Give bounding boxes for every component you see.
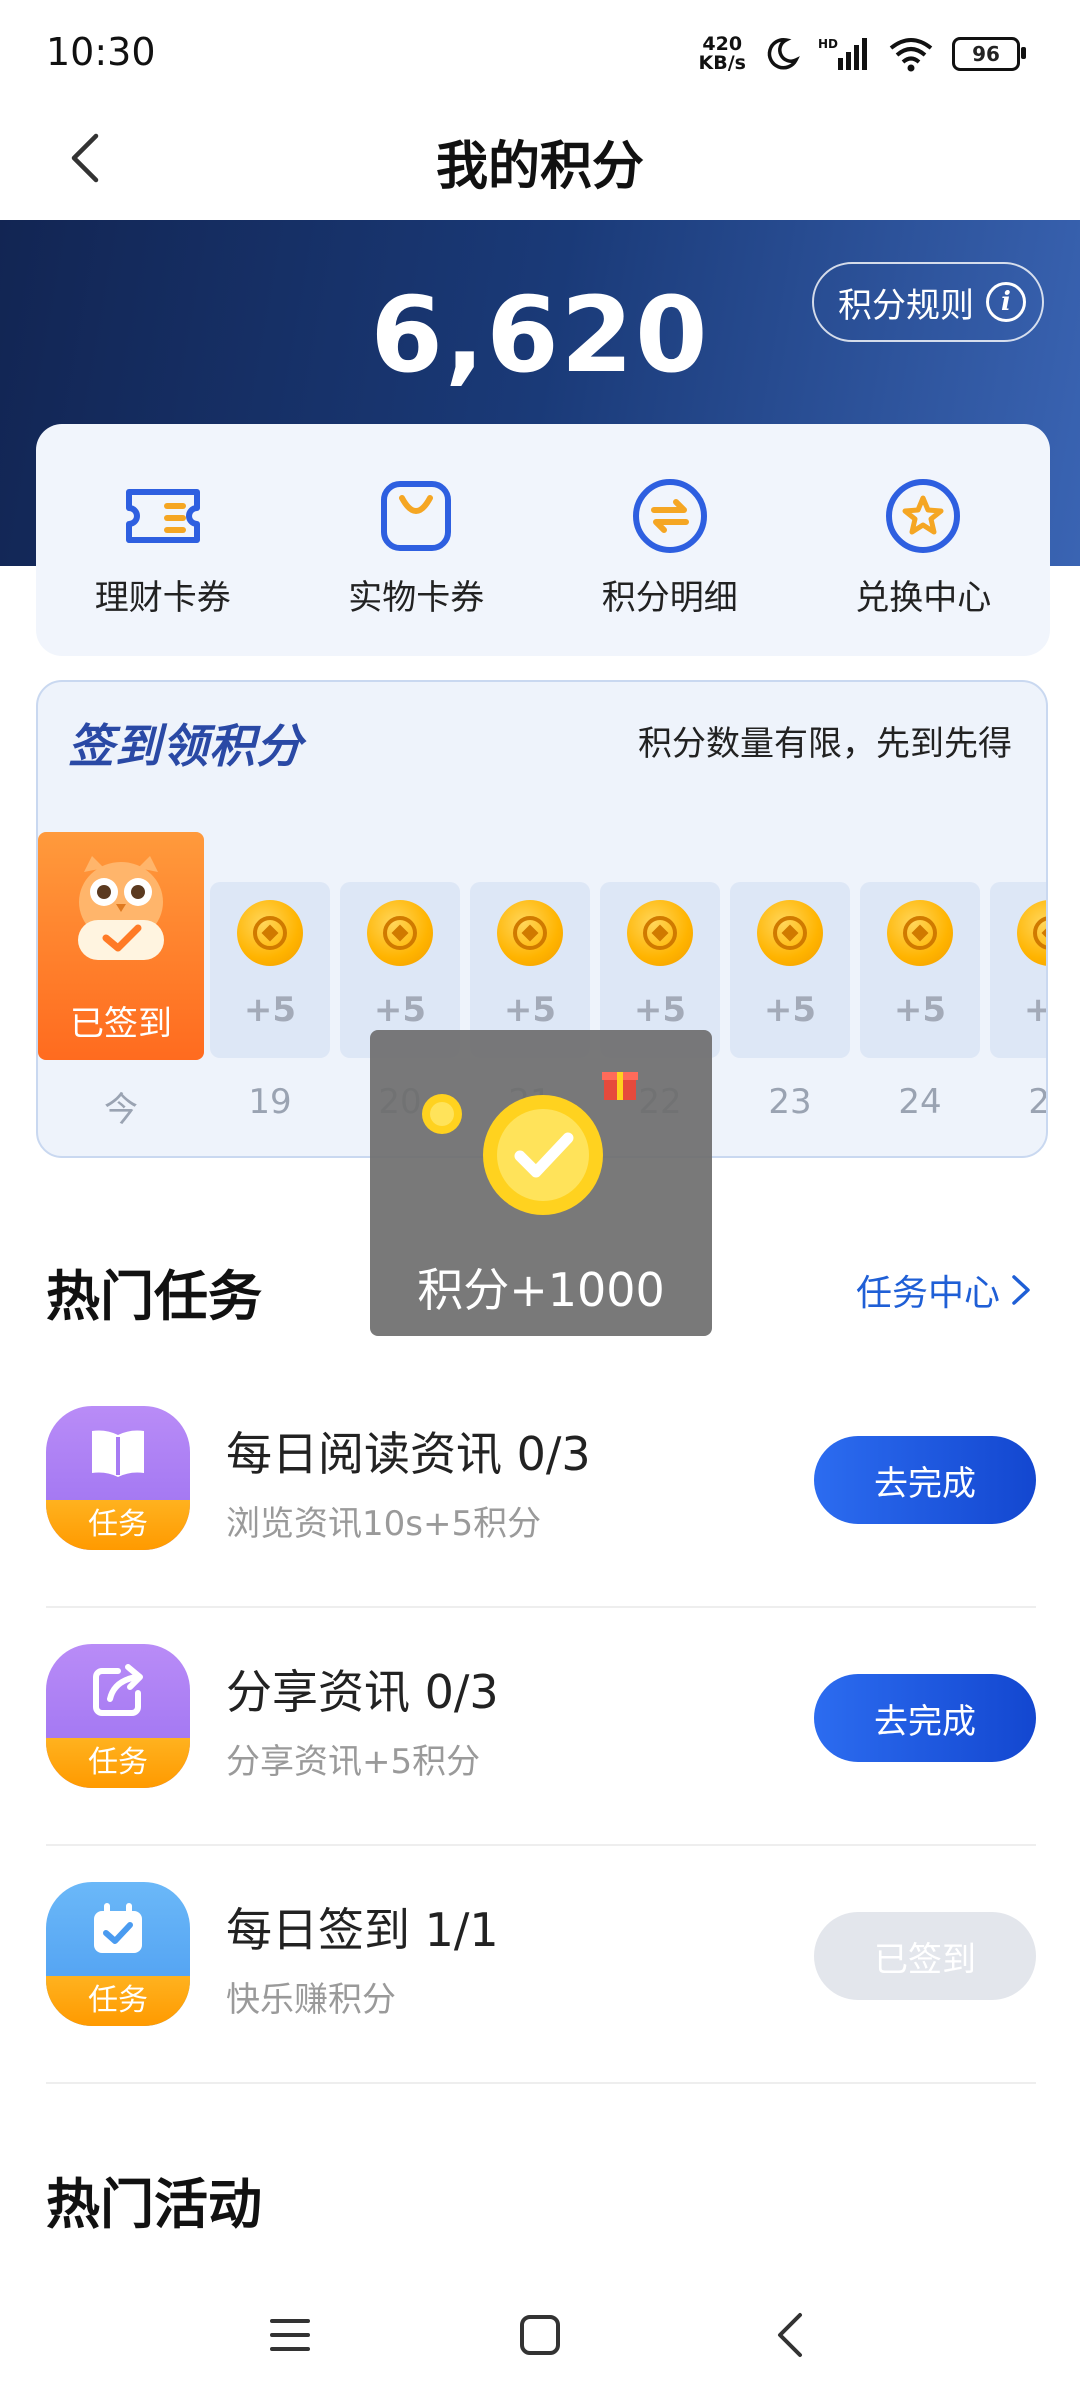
ticket-icon (121, 474, 205, 558)
signin-day[interactable]: +5 (990, 882, 1046, 1058)
task-badge: 任务 (46, 1976, 190, 2026)
quick-entry-finance-coupons[interactable]: 理财卡券 (36, 424, 290, 656)
signin-today-label: 今 (104, 1090, 138, 1130)
nav-bar: 我的积分 (0, 100, 1080, 220)
quick-entry-label: 实物卡券 (348, 578, 485, 618)
exchange-arrows-icon (628, 474, 712, 558)
task-title: 分享资讯 0/3 (226, 1665, 499, 1719)
net-speed-unit: KB/s (698, 52, 746, 74)
divider (46, 2082, 1036, 2084)
quick-entry-label: 兑换中心 (855, 578, 992, 618)
coin-icon (237, 900, 303, 966)
back-triangle-icon (778, 2313, 802, 2357)
signin-day[interactable]: +5 (860, 882, 980, 1058)
quick-entry-label: 理财卡券 (94, 578, 231, 618)
task-badge: 任务 (46, 1500, 190, 1550)
signin-day-label: 19 (248, 1082, 292, 1122)
signin-day-points: +5 (503, 990, 557, 1030)
signin-day[interactable]: +5 (210, 882, 330, 1058)
signal-icon: HD (818, 37, 867, 70)
signin-day-today[interactable]: 已签到 (38, 832, 204, 1060)
signin-day-points: +5 (990, 990, 1046, 1030)
share-icon (93, 1664, 143, 1716)
home-button[interactable] (510, 2305, 570, 2365)
task-go-complete-button[interactable]: 去完成 (814, 1436, 1036, 1524)
task-title: 每日签到 1/1 (226, 1903, 499, 1957)
signin-day-label: 25 (1028, 1082, 1048, 1122)
status-bar: 10:30 420 KB/s HD 96 (0, 0, 1080, 100)
points-page: 10:30 420 KB/s HD 96 我的积分 6,620 积分规则 i 理… (0, 0, 1080, 2400)
chevron-right-icon (1012, 1275, 1030, 1305)
points-toast: 积分+1000 (370, 1030, 712, 1336)
signin-day-points: +5 (633, 990, 687, 1030)
task-row-daily-reading: 任务 每日阅读资讯 0/3 浏览资讯10s+5积分 去完成 (46, 1370, 1036, 1608)
task-icon: 任务 (46, 1406, 190, 1550)
task-icon: 任务 (46, 1882, 190, 2026)
task-center-label: 任务中心 (855, 1273, 1000, 1314)
owl-mascot-icon (78, 856, 164, 960)
toast-text: 积分+1000 (417, 1263, 665, 1317)
menu-button[interactable] (260, 2305, 320, 2365)
book-icon (92, 1430, 144, 1477)
task-signed-button[interactable]: 已签到 (814, 1912, 1036, 2000)
signin-day-points: +5 (243, 990, 297, 1030)
coin-icon (497, 900, 563, 966)
network-speed: 420 KB/s (699, 35, 746, 73)
page-title: 我的积分 (435, 137, 644, 197)
menu-icon (270, 2319, 310, 2351)
task-center-link[interactable]: 任务中心 (856, 1264, 1032, 1316)
gift-icon (602, 1072, 638, 1100)
system-back-button[interactable] (760, 2305, 820, 2365)
signin-day-label: 24 (898, 1082, 942, 1122)
signin-today-status: 已签到 (70, 1004, 172, 1044)
wifi-icon (889, 38, 933, 72)
points-rules-button[interactable]: 积分规则 i (812, 262, 1044, 342)
task-desc: 浏览资讯10s+5积分 (226, 1504, 542, 1544)
coin-icon (1017, 900, 1046, 966)
quick-entries: 理财卡券 实物卡券 积分明细 兑换中心 (36, 424, 1050, 656)
home-square-icon (520, 2315, 560, 2355)
coin-check-icon (483, 1095, 603, 1215)
svg-text:HD: HD (818, 37, 838, 51)
signin-day-label: 23 (768, 1082, 812, 1122)
signin-note: 积分数量有限，先到先得 (638, 724, 1012, 764)
coin-icon (627, 900, 693, 966)
signin-day-points: +5 (763, 990, 817, 1030)
quick-entry-physical-coupons[interactable]: 实物卡券 (290, 424, 544, 656)
quick-entry-points-detail[interactable]: 积分明细 (543, 424, 797, 656)
coin-icon (757, 900, 823, 966)
quick-entry-label: 积分明细 (601, 578, 738, 618)
task-row-share-news: 任务 分享资讯 0/3 分享资讯+5积分 去完成 (46, 1608, 1036, 1846)
small-coin-icon (422, 1094, 462, 1134)
coin-icon (367, 900, 433, 966)
coin-icon (887, 900, 953, 966)
task-desc: 快乐赚积分 (226, 1980, 396, 2020)
signin-day-points: +5 (373, 990, 427, 1030)
calendar-check-icon (94, 1903, 142, 1953)
signin-title: 签到领积分 (68, 719, 303, 773)
star-badge-icon (881, 474, 965, 558)
task-title: 每日阅读资讯 0/3 (226, 1427, 591, 1481)
task-row-daily-checkin: 任务 每日签到 1/1 快乐赚积分 已签到 (46, 1846, 1036, 2084)
info-icon: i (986, 282, 1026, 322)
quick-entry-exchange-center[interactable]: 兑换中心 (797, 424, 1051, 656)
task-go-complete-button[interactable]: 去完成 (814, 1674, 1036, 1762)
battery-icon: 96 (952, 37, 1026, 71)
bag-icon (374, 474, 458, 558)
task-badge: 任务 (46, 1738, 190, 1788)
status-icons: 420 KB/s HD 96 (699, 28, 1026, 80)
hot-tasks-title: 热门任务 (46, 1265, 262, 1328)
task-icon: 任务 (46, 1644, 190, 1788)
battery-level: 96 (972, 42, 1000, 66)
system-nav-bar (0, 2270, 1080, 2400)
points-rules-label: 积分规则 (838, 285, 974, 326)
status-time: 10:30 (46, 30, 156, 74)
signin-day-points: +5 (893, 990, 947, 1030)
hot-activities-title: 热门活动 (46, 2173, 262, 2236)
task-desc: 分享资讯+5积分 (226, 1742, 481, 1782)
moon-icon (767, 38, 800, 70)
signin-day[interactable]: +5 (730, 882, 850, 1058)
